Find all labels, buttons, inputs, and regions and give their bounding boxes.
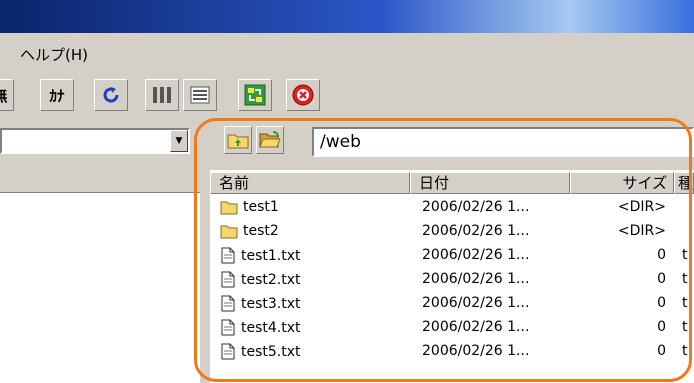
file-size: 0 [657, 319, 666, 335]
file-row[interactable]: test3.txt 2006/02/26 1... 0 t [210, 292, 694, 316]
menu-bar: ヘルプ(H) [0, 33, 694, 73]
file-date: 2006/02/26 1... [422, 295, 530, 311]
file-date: 2006/02/26 1... [422, 223, 530, 239]
file-name: test1 [243, 199, 279, 215]
file-row[interactable]: test1.txt 2006/02/26 1... 0 t [210, 244, 694, 268]
remote-file-list[interactable]: 名前 日付 サイズ 種 test1 2006/02/26 1... <DIR> tes… [210, 170, 694, 383]
file-date: 2006/02/26 1... [422, 271, 530, 287]
file-name-cell: test5.txt [220, 343, 301, 360]
folder-icon [220, 225, 238, 238]
list-view-button[interactable] [145, 79, 179, 111]
file-row[interactable]: test2.txt 2006/02/26 1... 0 t [210, 268, 694, 292]
file-size: <DIR> [617, 223, 666, 239]
file-name-cell: test1.txt [220, 247, 301, 264]
text-file-icon [221, 319, 235, 336]
details-view-button[interactable] [183, 79, 217, 111]
folder-up-icon [227, 134, 249, 149]
column-header-name[interactable]: 名前 [210, 172, 410, 194]
local-drive-combo[interactable]: ▼ [0, 128, 190, 154]
file-date: 2006/02/26 1... [422, 343, 530, 359]
file-size: 0 [657, 343, 666, 359]
file-name: test2 [243, 223, 279, 239]
details-view-icon [190, 86, 210, 104]
file-row[interactable]: test2 2006/02/26 1... <DIR> [210, 220, 694, 244]
partial-button-label: 無 [0, 85, 8, 106]
toolbar-partial-button[interactable]: 無 [0, 79, 14, 111]
file-name: test3.txt [241, 295, 301, 312]
file-name-cell: test3.txt [220, 295, 301, 312]
list-view-icon [153, 87, 171, 103]
stop-button[interactable] [286, 79, 320, 111]
file-name-cell: test1 [220, 199, 279, 215]
file-size: 0 [657, 247, 666, 263]
address-row: ▼ /web [0, 123, 694, 165]
file-type: t [682, 295, 688, 311]
file-date: 2006/02/26 1... [422, 247, 530, 263]
title-bar [0, 0, 694, 33]
local-file-list[interactable] [0, 170, 200, 383]
refresh-button[interactable] [94, 79, 128, 111]
file-name: test1.txt [241, 247, 301, 264]
file-type: t [682, 247, 688, 263]
open-folder-icon [259, 131, 281, 148]
text-file-icon [221, 295, 235, 312]
file-date: 2006/02/26 1... [422, 199, 530, 215]
file-row[interactable]: test5.txt 2006/02/26 1... 0 t [210, 340, 694, 364]
kana-label: ｶﾅ [49, 86, 65, 105]
file-row[interactable]: test4.txt 2006/02/26 1... 0 t [210, 316, 694, 340]
file-name: test4.txt [241, 319, 301, 336]
text-file-icon [221, 343, 235, 360]
sync-icon [244, 84, 266, 106]
parent-folder-button[interactable] [224, 126, 252, 154]
text-file-icon [221, 247, 235, 264]
file-row[interactable]: test1 2006/02/26 1... <DIR> [210, 196, 694, 220]
kana-button[interactable]: ｶﾅ [40, 79, 74, 111]
chevron-down-icon[interactable]: ▼ [170, 130, 188, 152]
file-date: 2006/02/26 1... [422, 319, 530, 335]
file-size: <DIR> [617, 199, 666, 215]
stop-icon [292, 84, 314, 106]
list-header: 名前 日付 サイズ 種 [210, 172, 694, 194]
open-folder-button[interactable] [256, 126, 284, 154]
file-name: test2.txt [241, 271, 301, 288]
menu-help[interactable]: ヘルプ(H) [20, 44, 88, 65]
file-type: t [682, 343, 688, 359]
file-name-cell: test2 [220, 223, 279, 239]
file-name-cell: test4.txt [220, 319, 301, 336]
file-type: t [682, 319, 688, 335]
sync-button[interactable] [238, 79, 272, 111]
refresh-icon [103, 87, 119, 103]
column-header-date[interactable]: 日付 [410, 172, 570, 194]
file-name: test5.txt [241, 343, 301, 360]
column-header-size[interactable]: サイズ [570, 172, 674, 194]
remote-path-input[interactable]: /web [312, 127, 694, 157]
file-size: 0 [657, 295, 666, 311]
folder-icon [220, 201, 238, 214]
column-header-type[interactable]: 種 [674, 172, 694, 194]
toolbar: 無 ｶﾅ [0, 73, 694, 123]
local-list-header [0, 170, 200, 193]
file-type: t [682, 271, 688, 287]
file-size: 0 [657, 271, 666, 287]
file-name-cell: test2.txt [220, 271, 301, 288]
text-file-icon [221, 271, 235, 288]
